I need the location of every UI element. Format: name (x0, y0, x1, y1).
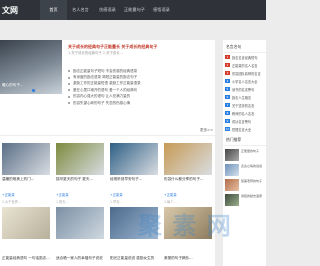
sidebar-heading: 名言名句 (223, 42, 266, 53)
sidebar-item-label[interactable]: 正能量的名人名言 (232, 63, 258, 68)
nav-item-home[interactable]: 首页 (40, 0, 67, 20)
card-title[interactable]: 适合晒一家人的幸福句子说说 (56, 256, 103, 261)
card-thumbnail[interactable] (56, 207, 104, 239)
sidebar-item-label[interactable]: 形容团队精神的名言 (232, 71, 261, 76)
article-card[interactable] (56, 207, 104, 239)
rank-badge: 5 (225, 87, 230, 91)
slide-dot-2[interactable] (37, 89, 40, 92)
card-thumbnail[interactable] (2, 207, 50, 239)
sidebar-item-label[interactable]: 成功名言警句 (232, 119, 251, 124)
divider (0, 135, 215, 136)
article-card[interactable]: 描写夏天的句子 夏天... +正能量 1.夏天... (56, 143, 104, 204)
nav-item-quotes[interactable]: 名人名言 (67, 0, 94, 20)
nav-item-insight[interactable]: 感悟语录 (148, 0, 175, 20)
card-title[interactable]: 正能量经典语句 一句话励志... (2, 256, 50, 261)
card-tag[interactable]: +正能量 (2, 192, 50, 197)
top-nav: 文网 首页 名人名言 伤感语录 正能量句子 感悟语录 (0, 0, 266, 20)
rank-badge: 2 (225, 63, 230, 67)
card-desc: 1.夏天... (56, 200, 69, 204)
sidebar-ranked-item[interactable]: 4 小学名人名言大全 (223, 77, 266, 85)
sidebar-pick-label[interactable]: 赞美老师的句子 (241, 179, 262, 191)
sidebar-ranked-item[interactable]: 8 教师的名人名言 (223, 109, 266, 117)
sidebar-item-label[interactable]: 励志人生格言 (232, 95, 251, 100)
sidebar-ranked-item[interactable]: 9 成功名言警句 (223, 117, 266, 125)
card-title[interactable]: 阳光正能量说说 激励女生的 (110, 256, 154, 261)
list-item[interactable]: 形容失望心碎的句子 失恋的伤感心情 (68, 100, 208, 106)
sidebar-ranked-item[interactable]: 2 正能量的名人名言 (223, 61, 266, 69)
rank-badge: 6 (225, 95, 230, 99)
rank-badge: 4 (225, 79, 230, 83)
sidebar-item-label[interactable]: 关于坚持的名言 (232, 103, 254, 108)
site-logo[interactable]: 文网 (0, 5, 40, 16)
sidebar-pick[interactable]: 正能量的句子 (225, 149, 266, 161)
sidebar-thumbnail[interactable] (225, 149, 239, 161)
sidebar-ranked-item[interactable]: 5 读书的名言警句 (223, 85, 266, 93)
card-tag[interactable]: +正能量 (164, 192, 212, 197)
rank-badge: 9 (225, 119, 230, 123)
sidebar-item-label[interactable]: 读书的名言警句 (232, 87, 254, 92)
watermark: 聚 素 网 (138, 212, 232, 240)
sidebar-thumbnail[interactable] (225, 164, 239, 176)
card-tag[interactable]: +正能量 (110, 192, 158, 197)
sidebar-item-label[interactable]: 小学名人名言大全 (232, 79, 258, 84)
sidebar-item-label[interactable]: 哲理名言大全 (232, 127, 251, 132)
article-list: 励志正能量句子短句 不会伤感的经典语录 有深度的励志语录 简短正能量的励志句子 … (68, 68, 208, 106)
rank-badge: 10 (225, 127, 230, 131)
article-card[interactable]: 形容什么都分享的句子... +正能量 1.每个... (164, 143, 212, 204)
more-link[interactable]: 更多>> (200, 128, 213, 133)
card-title[interactable]: 经常听到早安句子... (110, 177, 158, 182)
sidebar-ranked-item[interactable]: 7 关于坚持的名言 (223, 101, 266, 109)
sidebar-pick-label[interactable]: 简短的励志语录 (241, 194, 262, 206)
sidebar-item-label[interactable]: 励志名言经典短句 (232, 55, 258, 60)
card-thumbnail[interactable] (2, 143, 50, 175)
nav-item-positive[interactable]: 正能量句子 (121, 0, 148, 20)
card-title[interactable]: 美丽的句子摘抄... (164, 256, 193, 261)
sidebar-ranked-item[interactable]: 3 形容团队精神的名言 (223, 69, 266, 77)
hero-caption: 暖心的句子… (2, 83, 24, 87)
card-desc: 1.大千世界... (2, 200, 21, 204)
article-card[interactable] (2, 207, 50, 239)
article-card[interactable]: 温暖的唯美上热门... +正能量 1.大千世界... (2, 143, 50, 204)
hero-slide[interactable]: 暖心的句子… (0, 40, 62, 94)
slide-dots (32, 89, 45, 92)
slide-dot-1[interactable] (32, 89, 35, 92)
sidebar-ranked-item[interactable]: 10 哲理名言大全 (223, 125, 266, 133)
card-desc: 1.早安... (110, 200, 123, 204)
sidebar-thumbnail[interactable] (225, 179, 239, 191)
slide-dot-3[interactable] (42, 89, 45, 92)
card-thumbnail[interactable] (56, 143, 104, 175)
card-tag[interactable]: +正能量 (56, 192, 104, 197)
sidebar-ranked-item[interactable]: 1 励志名言经典短句 (223, 53, 266, 61)
sidebar-pick-label[interactable]: 正能量的句子 (241, 149, 259, 161)
sidebar-ranked-item[interactable]: 6 励志人生格言 (223, 93, 266, 101)
rank-badge: 7 (225, 103, 230, 107)
rank-badge: 1 (225, 55, 230, 59)
card-thumbnail[interactable] (110, 143, 158, 175)
sidebar-thumbnail[interactable] (225, 194, 239, 206)
sidebar-pick[interactable]: 表达心情的说说 (225, 164, 266, 176)
sidebar-item-label[interactable]: 教师的名人名言 (232, 111, 254, 116)
rank-badge: 3 (225, 71, 230, 75)
top-summary: 1.关于成长的经典句子 2.关于成长… (68, 51, 124, 55)
card-thumbnail[interactable] (164, 143, 212, 175)
sidebar-pick-label[interactable]: 表达心情的说说 (241, 164, 262, 176)
card-desc: 1.每个... (164, 200, 177, 204)
card-title[interactable]: 描写夏天的句子 夏天... (56, 177, 104, 182)
sidebar-heading: 热门推荐 (223, 135, 266, 146)
sidebar-pick[interactable]: 简短的励志语录 (225, 194, 266, 206)
nav-item-sad[interactable]: 伤感语录 (94, 0, 121, 20)
card-title[interactable]: 温暖的唯美上热门... (2, 177, 50, 182)
card-title[interactable]: 形容什么都分享的句子... (164, 177, 212, 182)
rank-badge: 8 (225, 111, 230, 115)
article-card[interactable]: 经常听到早安句子... +正能量 1.早安... (110, 143, 158, 204)
sidebar-pick[interactable]: 赞美老师的句子 (225, 179, 266, 191)
